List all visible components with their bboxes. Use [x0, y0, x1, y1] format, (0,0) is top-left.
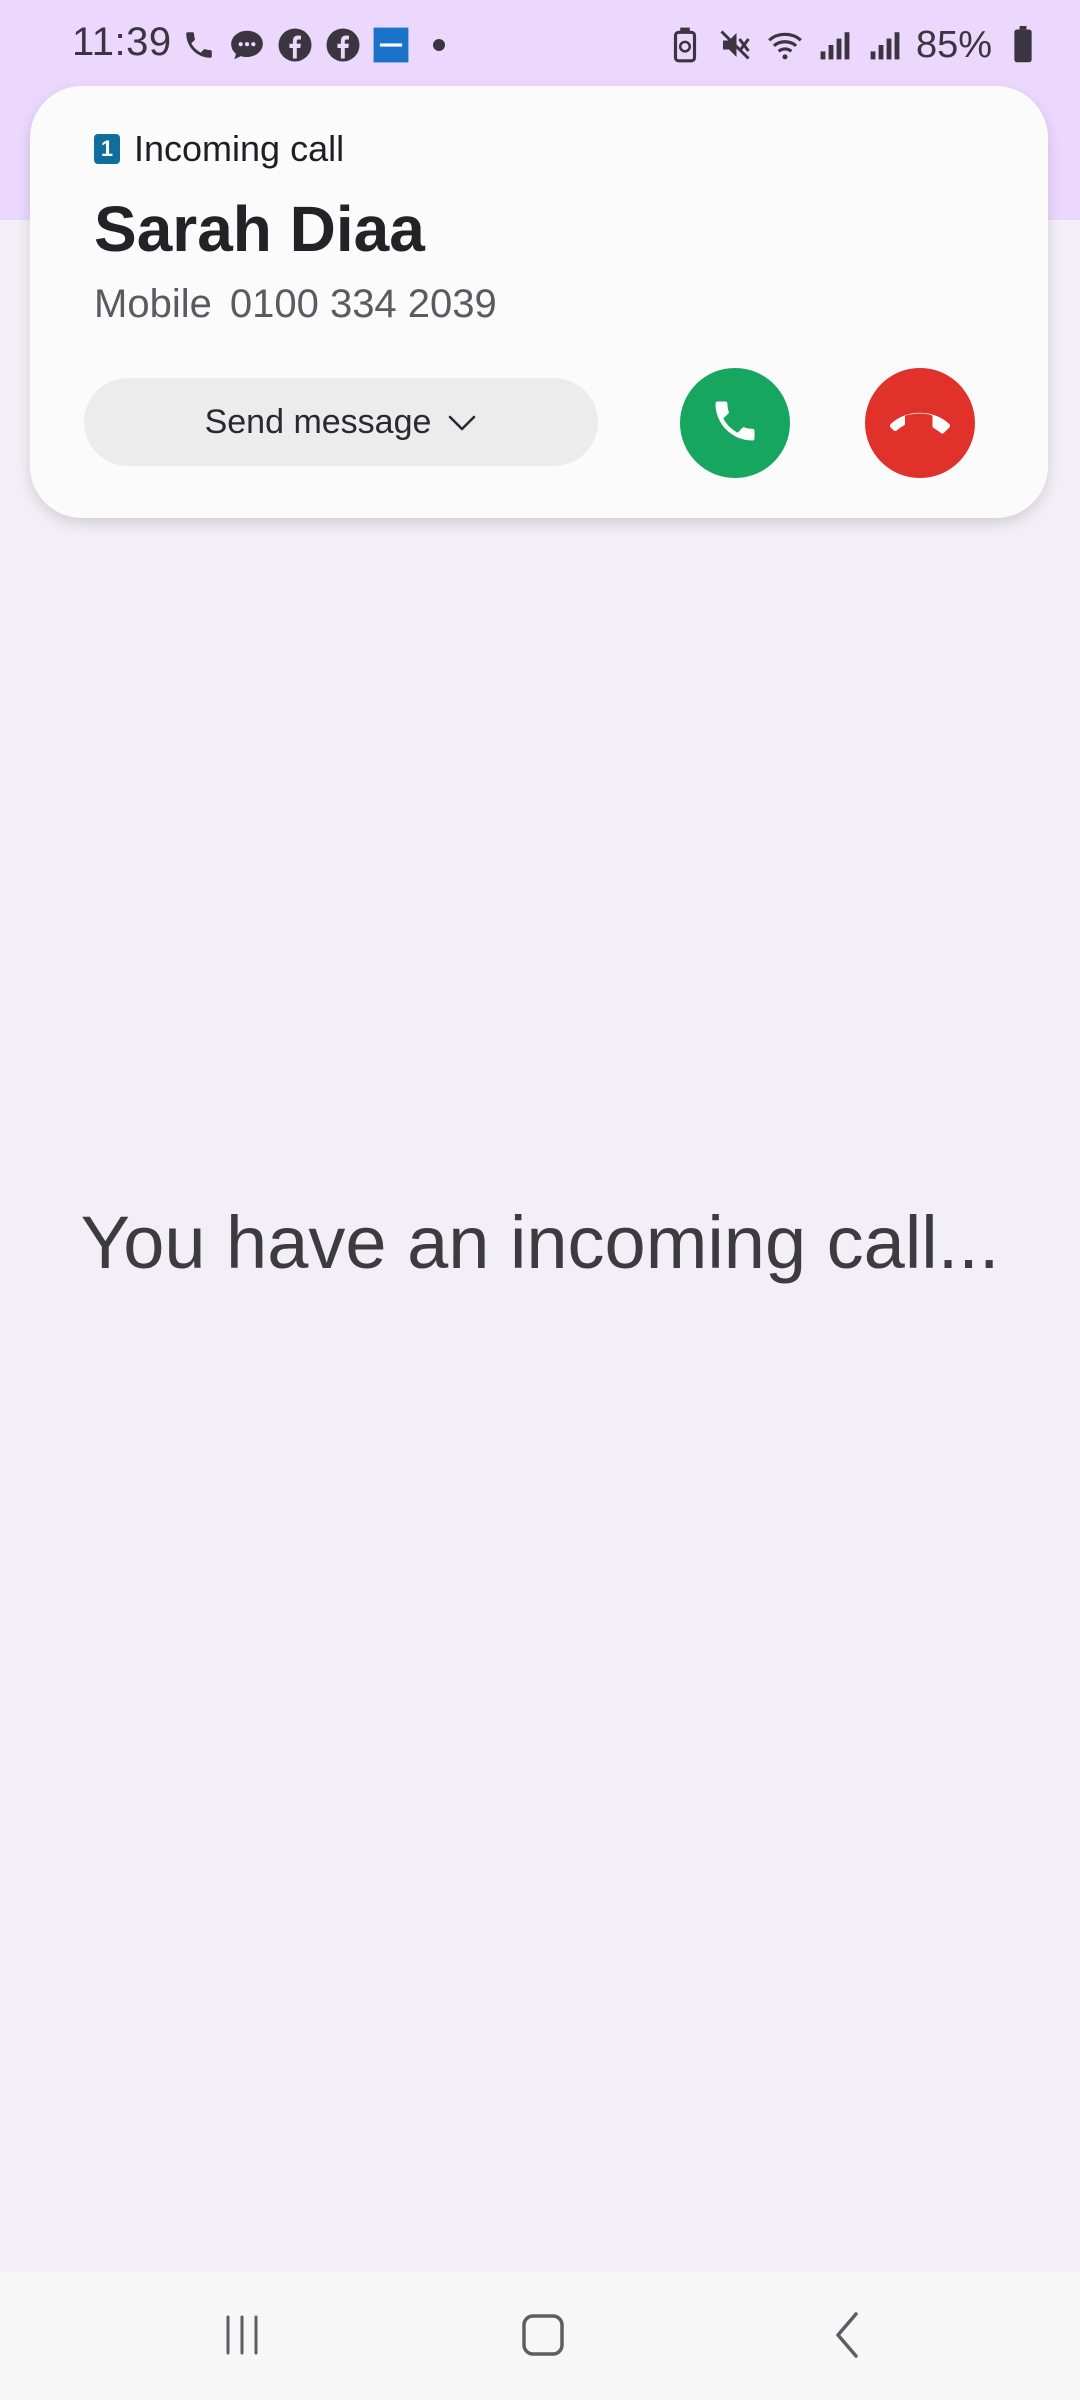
- recents-icon: [220, 2313, 264, 2362]
- number-type: Mobile: [94, 282, 212, 326]
- battery-icon: [1004, 26, 1042, 64]
- recents-button[interactable]: [197, 2302, 287, 2372]
- home-button[interactable]: [498, 2302, 588, 2372]
- bank-app-icon: [372, 26, 410, 64]
- more-dot-icon: [420, 26, 458, 64]
- home-icon: [520, 2312, 566, 2363]
- phone-number: 0100 334 2039: [229, 282, 497, 326]
- phone-answer-icon: [709, 395, 761, 452]
- battery-percentage: 85%: [915, 23, 992, 66]
- back-icon: [828, 2310, 868, 2365]
- phone-icon: [180, 26, 218, 64]
- incoming-call-message: You have an incoming call...: [80, 1201, 1000, 1284]
- sim-badge: 1: [94, 134, 120, 164]
- status-bar: 11:39 85%: [0, 0, 1080, 90]
- notification-icons: [180, 22, 458, 68]
- answer-call-button[interactable]: [680, 368, 790, 478]
- card-header: 1 Incoming call: [94, 128, 344, 170]
- navigation-bar: [0, 2272, 1080, 2400]
- system-icons: 85%: [666, 20, 1042, 70]
- wifi-icon: [766, 26, 804, 64]
- status-time: 11:39: [72, 20, 172, 64]
- send-message-label: Send message: [204, 402, 432, 441]
- battery-saver-icon: [666, 26, 704, 64]
- signal-icon: [866, 26, 904, 64]
- back-button[interactable]: [803, 2302, 893, 2372]
- send-message-button[interactable]: Send message: [84, 378, 598, 466]
- caller-detail: Mobile 0100 334 2039: [94, 282, 497, 327]
- facebook-icon: [324, 26, 362, 64]
- mute-icon: [716, 26, 754, 64]
- facebook-icon: [276, 26, 314, 64]
- phone-decline-icon: [890, 391, 950, 456]
- caller-name: Sarah Diaa: [94, 193, 425, 265]
- chevron-down-icon: [447, 403, 477, 442]
- signal-icon: [816, 26, 854, 64]
- messages-icon: [228, 26, 266, 64]
- card-header-label: Incoming call: [134, 128, 345, 169]
- incoming-call-card[interactable]: 1 Incoming call Sarah Diaa Mobile 0100 3…: [30, 86, 1048, 518]
- decline-call-button[interactable]: [865, 368, 975, 478]
